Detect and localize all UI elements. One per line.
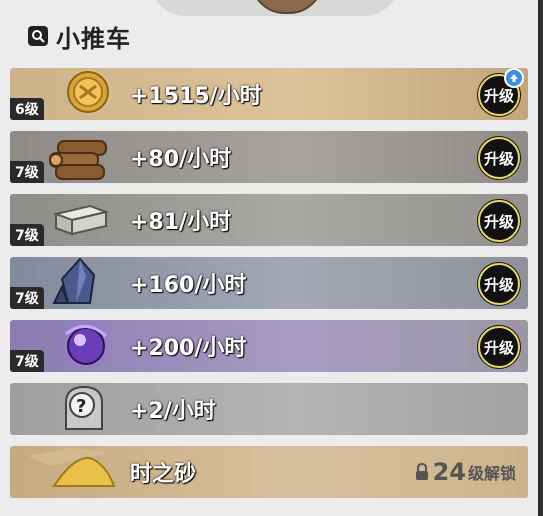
upgrade-button[interactable]: 升级	[478, 263, 520, 305]
resource-row-crystal: 7级 +160/小时 升级	[10, 257, 528, 309]
lock-icon	[415, 463, 428, 480]
level-badge: 7级	[10, 350, 44, 372]
production-rate: +160/小时	[130, 273, 247, 298]
panel-edge	[538, 0, 543, 516]
search-icon[interactable]	[28, 26, 48, 46]
resource-row-locked: 时之砂 24 级解锁	[10, 446, 528, 498]
page-title: 小推车	[56, 24, 131, 53]
upgrade-available-icon	[504, 68, 524, 88]
resource-name: 时之砂	[130, 462, 197, 487]
sand-pile-icon	[28, 448, 116, 487]
unlock-text: 级解锁	[467, 464, 516, 483]
production-rate: +1515/小时	[130, 84, 262, 109]
level-badge: 7级	[10, 287, 44, 309]
production-rate: +2/小时	[130, 399, 216, 424]
upgrade-button[interactable]: 升级	[478, 200, 520, 242]
resource-row-stone: 7级 +81/小时 升级	[10, 194, 528, 246]
level-badge: 7级	[10, 161, 44, 183]
mystery-helmet-icon: ?	[65, 385, 103, 430]
svg-text:?: ?	[76, 396, 86, 417]
production-rate: +200/小时	[130, 336, 247, 361]
level-badge: 6级	[10, 98, 44, 120]
resource-row-mystery: ? +2/小时	[10, 383, 528, 435]
resource-row-gold: 6级 +1515/小时 升级	[10, 68, 528, 120]
unlock-level: 24	[432, 458, 466, 486]
level-badge: 7级	[10, 224, 44, 246]
unlock-requirement: 24 级解锁	[415, 458, 516, 486]
panel-header: 小推车	[28, 20, 131, 53]
production-rate: +80/小时	[130, 147, 232, 172]
resource-row-wood: 7级 +80/小时 升级	[10, 131, 528, 183]
upgrade-button[interactable]: 升级	[478, 137, 520, 179]
resource-row-magic: 7级 +200/小时 升级	[10, 320, 528, 372]
production-rate: +81/小时	[130, 210, 232, 235]
upgrade-button[interactable]: 升级	[478, 326, 520, 368]
